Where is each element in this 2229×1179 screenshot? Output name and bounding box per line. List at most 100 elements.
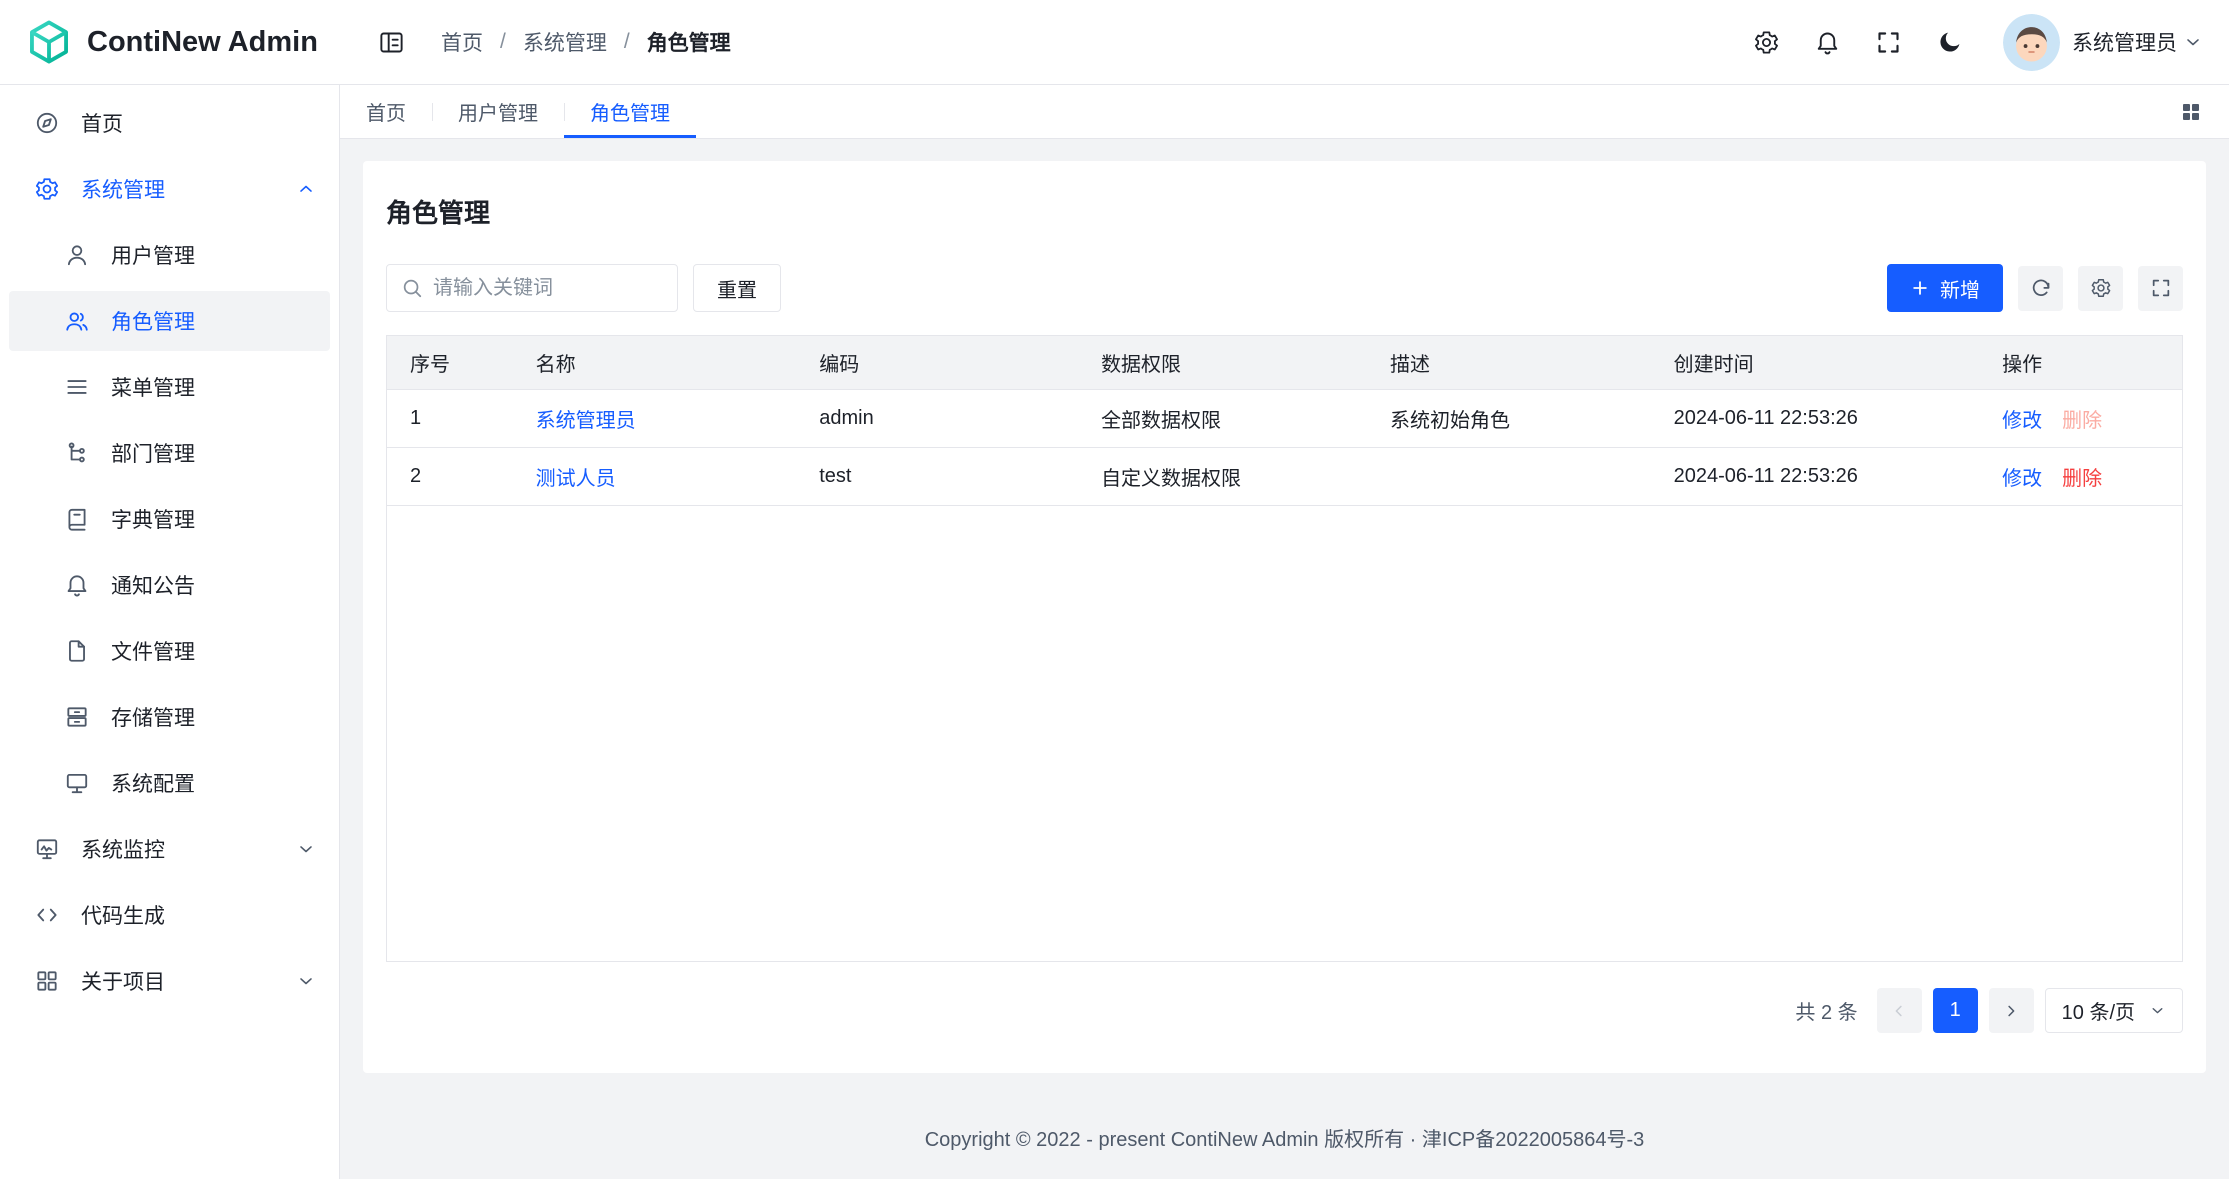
sidebar-group-monitor[interactable]: 系统监控 [9,819,330,879]
role-name-link[interactable]: 系统管理员 [536,410,636,432]
table-fullscreen-button[interactable] [2138,266,2183,311]
column-header: 名称 [513,348,797,377]
page-size-select[interactable]: 10 条/页 [2045,988,2183,1033]
tab-role-mgmt[interactable]: 角色管理 [564,85,696,138]
app-root: ContiNew Admin 首页 / 系统管理 / 角色管理 [0,0,2229,1179]
users-icon [64,308,90,334]
table-empty-space [387,506,2182,961]
roles-table: 序号 名称 编码 数据权限 描述 创建时间 操作 1 系统管理员 admin [386,335,2183,962]
sidebar-item-file-mgmt[interactable]: 文件管理 [9,621,330,681]
logo-icon [26,19,72,65]
file-doc-icon [64,638,90,664]
chevron-down-icon [296,839,316,859]
table-row: 2 测试人员 test 自定义数据权限 2024-06-11 22:53:26 … [387,448,2182,506]
edit-link[interactable]: 修改 [2002,404,2042,433]
copyright-text: Copyright © 2022 - present ContiNew Admi… [925,1123,1645,1152]
cell-created-time: 2024-06-11 22:53:26 [1651,407,1979,430]
delete-link: 删除 [2062,404,2102,433]
sidebar-item-label: 角色管理 [111,306,195,336]
table-header-row: 序号 名称 编码 数据权限 描述 创建时间 操作 [387,336,2182,390]
sidebar-item-label: 通知公告 [111,570,195,600]
pagination-next-button[interactable] [1989,988,2034,1033]
sidebar-item-menu-mgmt[interactable]: 菜单管理 [9,357,330,417]
breadcrumb-item-role: 角色管理 [647,27,731,57]
column-header: 描述 [1367,348,1651,377]
pagination-page-1[interactable]: 1 [1933,988,1978,1033]
breadcrumb-item-home[interactable]: 首页 [441,27,483,57]
sidebar-item-label: 系统配置 [111,768,195,798]
page-size-value: 10 条/页 [2062,996,2135,1025]
cell-code: admin [796,407,1078,430]
breadcrumb-separator: / [624,30,630,54]
cell-data-scope: 自定义数据权限 [1078,462,1367,491]
sidebar-item-dept-mgmt[interactable]: 部门管理 [9,423,330,483]
breadcrumb: 首页 / 系统管理 / 角色管理 [441,27,731,57]
user-avatar[interactable] [2003,14,2060,71]
monitor-screen-icon [64,770,90,796]
sidebar-item-notice[interactable]: 通知公告 [9,555,330,615]
pagination-prev-button[interactable] [1877,988,1922,1033]
dark-mode-moon-icon[interactable] [1936,29,1963,56]
column-header: 操作 [1979,348,2182,377]
tab-actions-grid-icon[interactable] [2179,85,2203,138]
settings-icon[interactable] [1753,29,1780,56]
page-title: 角色管理 [386,193,2183,230]
menu-collapse-icon[interactable] [378,29,405,56]
role-name-link[interactable]: 测试人员 [536,468,616,490]
sidebar-group-system[interactable]: 系统管理 [9,159,330,219]
sidebar-item-user-mgmt[interactable]: 用户管理 [9,225,330,285]
cell-created-time: 2024-06-11 22:53:26 [1651,465,1979,488]
menu-lines-icon [64,374,90,400]
sidebar-item-label: 菜单管理 [111,372,195,402]
sidebar-item-storage-mgmt[interactable]: 存储管理 [9,687,330,747]
pagination-total: 共 2 条 [1795,996,1857,1025]
table-row: 1 系统管理员 admin 全部数据权限 系统初始角色 2024-06-11 2… [387,390,2182,448]
toolbar: 重置 新增 [386,264,2183,312]
sidebar-item-system-config[interactable]: 系统配置 [9,753,330,813]
column-header: 创建时间 [1651,348,1979,377]
search-box [386,264,678,312]
reset-button[interactable]: 重置 [693,264,781,312]
add-button[interactable]: 新增 [1887,264,2003,312]
user-icon [64,242,90,268]
column-header: 数据权限 [1078,348,1367,377]
chevron-down-icon[interactable] [2183,32,2203,52]
app-header: ContiNew Admin 首页 / 系统管理 / 角色管理 [0,0,2229,85]
sidebar-item-label: 文件管理 [111,636,195,666]
about-grid-icon [34,968,60,994]
tab-user-mgmt[interactable]: 用户管理 [432,85,564,138]
sidebar-item-codegen[interactable]: 代码生成 [9,885,330,945]
cell-index: 1 [387,407,513,430]
header-main: 首页 / 系统管理 / 角色管理 [340,0,2229,84]
page-footer: Copyright © 2022 - present ContiNew Admi… [340,1095,2229,1179]
sidebar-item-label: 系统监控 [81,834,165,864]
sidebar-item-label: 存储管理 [111,702,195,732]
column-settings-button[interactable] [2078,266,2123,311]
sidebar-item-label: 首页 [81,108,123,138]
pagination: 共 2 条 1 10 条/页 [386,988,2183,1033]
fullscreen-icon[interactable] [1875,29,1902,56]
keyword-search-input[interactable] [433,277,663,300]
home-compass-icon [34,110,60,136]
user-name[interactable]: 系统管理员 [2072,27,2177,57]
breadcrumb-item-system[interactable]: 系统管理 [523,27,607,57]
sidebar-item-label: 字典管理 [111,504,195,534]
sidebar-item-label: 系统管理 [81,174,165,204]
tab-home[interactable]: 首页 [340,85,432,138]
gear-icon [2090,277,2112,299]
chevron-down-icon [296,971,316,991]
app-title: ContiNew Admin [87,26,318,59]
notification-bell-icon[interactable] [1814,29,1841,56]
sidebar-item-home[interactable]: 首页 [9,93,330,153]
delete-link[interactable]: 删除 [2062,462,2102,491]
sidebar-group-about[interactable]: 关于项目 [9,951,330,1011]
chevron-down-icon [2149,1002,2166,1019]
edit-link[interactable]: 修改 [2002,462,2042,491]
sidebar-item-role-mgmt[interactable]: 角色管理 [9,291,330,351]
logo[interactable]: ContiNew Admin [0,0,340,84]
refresh-button[interactable] [2018,266,2063,311]
sidebar: 首页 系统管理 用户管理 [0,85,340,1179]
refresh-icon [2030,277,2052,299]
sidebar-item-dict-mgmt[interactable]: 字典管理 [9,489,330,549]
sidebar-item-label: 部门管理 [111,438,195,468]
